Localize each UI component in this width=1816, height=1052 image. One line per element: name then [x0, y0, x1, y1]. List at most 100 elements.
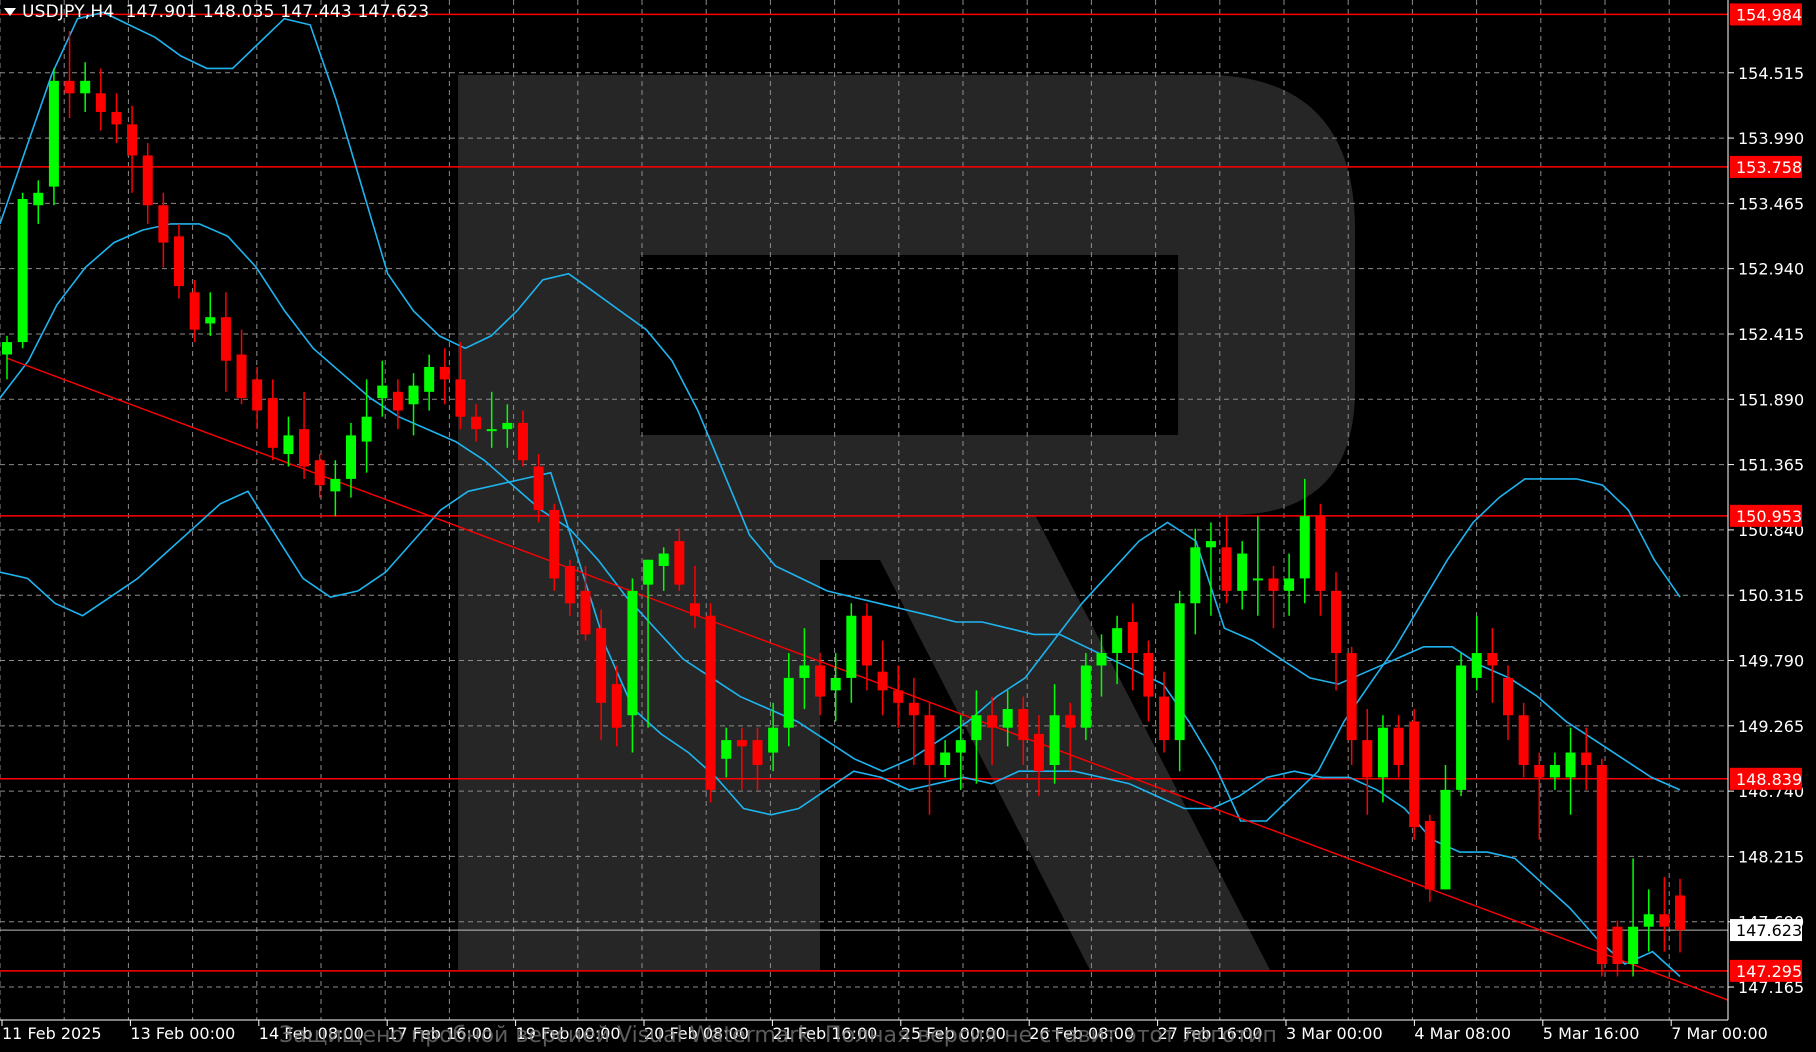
- candle: [1565, 727, 1576, 815]
- candle: [1534, 752, 1545, 840]
- candle: [1252, 516, 1263, 616]
- candle-body: [1487, 653, 1498, 666]
- candle: [1362, 709, 1373, 815]
- candle-body: [1440, 789, 1451, 890]
- price-tick-label: 149.265: [1738, 717, 1804, 736]
- candle-body: [1628, 926, 1639, 965]
- candle-body: [1018, 709, 1029, 741]
- candle-body: [674, 541, 685, 585]
- candle: [1190, 528, 1201, 635]
- candle-body: [846, 615, 857, 678]
- price-tick-label: 149.790: [1738, 652, 1804, 671]
- candle: [893, 665, 904, 728]
- time-tick-label: 7 Mar 00:00: [1671, 1024, 1768, 1043]
- candle-body: [1596, 765, 1607, 965]
- candle: [2, 335, 12, 380]
- candle: [111, 93, 122, 144]
- candle-body: [173, 236, 184, 287]
- candle-body: [689, 603, 700, 616]
- candle: [158, 192, 169, 268]
- candle-body: [1299, 516, 1310, 579]
- candle: [1237, 541, 1248, 610]
- candle: [1518, 702, 1529, 778]
- level-tag-label: 154.984: [1736, 5, 1802, 24]
- collapse-triangle-icon[interactable]: [4, 8, 16, 16]
- candle-body: [1612, 926, 1623, 965]
- candle-body: [564, 565, 575, 604]
- candle-body: [1549, 765, 1560, 778]
- candle-body: [1331, 590, 1342, 654]
- candle-body: [345, 435, 356, 479]
- candle: [1440, 765, 1451, 890]
- candle-body: [1581, 752, 1592, 765]
- candle: [439, 348, 450, 405]
- current-price-tag-label: 147.623: [1736, 921, 1802, 940]
- candle-body: [1643, 914, 1654, 927]
- candle-body: [1377, 727, 1388, 778]
- price-chart[interactable]: 154.515 153.990 153.465 152.940 152.415 151.8…: [0, 0, 1816, 1052]
- candle: [1596, 758, 1607, 977]
- candle-body: [1534, 765, 1545, 778]
- candle: [1628, 858, 1639, 977]
- candle: [220, 292, 231, 392]
- price-tick-label: 152.415: [1738, 325, 1804, 344]
- candle: [705, 603, 716, 803]
- candle-body: [17, 199, 28, 343]
- candle-body: [1346, 653, 1357, 741]
- candle-body: [1080, 665, 1091, 728]
- candle-body: [705, 615, 716, 790]
- candle-body: [377, 385, 388, 399]
- candle: [283, 416, 294, 467]
- candle: [1143, 640, 1154, 722]
- candle-body: [1456, 665, 1467, 790]
- candle: [361, 379, 372, 473]
- price-tick-label: 154.515: [1738, 64, 1804, 83]
- candle-body: [768, 727, 779, 753]
- price-tick-label: 148.215: [1738, 847, 1804, 866]
- candle-body: [424, 366, 435, 392]
- candle: [1409, 709, 1420, 840]
- candle-body: [1159, 696, 1170, 741]
- candle-body: [486, 429, 497, 432]
- candle-body: [439, 366, 450, 380]
- candle-body: [549, 510, 560, 579]
- candle: [1174, 590, 1185, 772]
- candle: [1643, 889, 1654, 952]
- candle-body: [1221, 547, 1232, 591]
- candle: [1268, 565, 1279, 629]
- candle: [1377, 715, 1388, 803]
- candle-body: [1393, 727, 1404, 765]
- price-tick-label: 151.890: [1738, 390, 1804, 409]
- candle-body: [596, 628, 607, 703]
- candle: [830, 653, 841, 722]
- candle-body: [471, 416, 482, 430]
- candle: [424, 354, 435, 411]
- candle-body: [95, 93, 106, 112]
- candle: [408, 373, 419, 436]
- candle-body: [971, 715, 982, 741]
- candle-body: [1362, 740, 1373, 778]
- candle-body: [643, 559, 654, 585]
- candle-body: [252, 379, 263, 411]
- candle-body: [1002, 709, 1013, 728]
- candle-body: [205, 317, 216, 324]
- candle: [924, 702, 935, 815]
- candle: [1393, 715, 1404, 778]
- candle-body: [1065, 715, 1076, 728]
- candle: [267, 379, 278, 461]
- price-tick-label: 152.940: [1738, 260, 1804, 279]
- candle-body: [330, 478, 341, 492]
- candle: [1675, 878, 1685, 953]
- candle: [1659, 876, 1670, 952]
- candle: [1331, 572, 1342, 691]
- candle-body: [142, 155, 153, 206]
- candle-body: [502, 422, 513, 430]
- candle-body: [533, 466, 544, 510]
- candle: [1315, 503, 1326, 616]
- broker-logo-watermark: [458, 75, 1355, 970]
- candle-body: [1675, 895, 1685, 931]
- trial-watermark: Защищено пробной версией Visual Watermar…: [279, 1023, 1277, 1048]
- candle-body: [2, 342, 12, 355]
- price-tick-label: 153.990: [1738, 129, 1804, 148]
- candle: [1205, 522, 1216, 616]
